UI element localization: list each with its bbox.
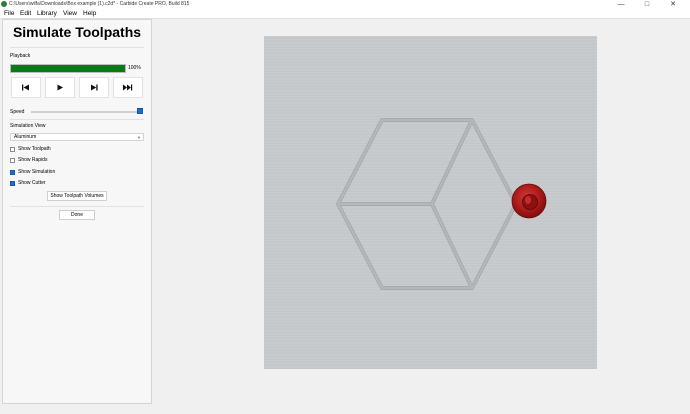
app-icon <box>1 1 7 7</box>
minimize-button[interactable]: — <box>610 0 632 9</box>
checkbox-label: Show Cutter <box>18 180 46 186</box>
checkbox-label: Show Toolpath <box>18 146 51 152</box>
speed-slider-track[interactable] <box>31 111 140 113</box>
maximize-button[interactable]: □ <box>636 0 658 9</box>
rewind-icon <box>12 78 40 104</box>
playback-label: Playback <box>10 53 31 59</box>
menu-edit[interactable]: Edit <box>20 9 31 18</box>
checkbox-box[interactable] <box>10 147 15 152</box>
rewind-button[interactable] <box>11 77 41 98</box>
checkbox-box[interactable] <box>10 158 15 163</box>
simulate-toolpaths-panel: Simulate Toolpaths Playback 100% Speed S… <box>2 19 152 404</box>
status-bar <box>0 405 690 414</box>
step-forward-icon <box>80 78 108 104</box>
chevron-down-icon: ▼ <box>137 135 141 140</box>
menu-bar: File Edit Library View Help <box>0 9 690 19</box>
play-icon <box>46 78 74 104</box>
speed-label: Speed <box>10 109 25 115</box>
show-toolpath-volumes-button[interactable]: Show Toolpath Volumes <box>47 191 107 201</box>
menu-library[interactable]: Library <box>37 9 57 18</box>
cutter-icon <box>511 183 547 219</box>
play-button[interactable] <box>45 77 75 98</box>
fast-forward-button[interactable] <box>113 77 143 98</box>
window-title: C:\Users\wilfa\Downloads\Box example (1)… <box>9 1 190 7</box>
step-forward-button[interactable] <box>79 77 109 98</box>
divider <box>10 47 144 48</box>
checkbox-box[interactable] <box>10 170 15 175</box>
simulated-stock <box>336 118 547 290</box>
menu-view[interactable]: View <box>63 9 77 18</box>
simulation-view-value: Aluminum <box>14 134 37 140</box>
checkbox-label: Show Simulation <box>18 169 56 175</box>
panel-title: Simulate Toolpaths <box>12 24 142 40</box>
menu-file[interactable]: File <box>4 9 14 18</box>
progress-fill <box>11 65 125 72</box>
simulation-view-select[interactable]: Aluminum ▼ <box>10 133 144 141</box>
checkbox-label: Show Rapids <box>18 157 48 163</box>
divider <box>10 206 144 207</box>
engraved-cube-groove <box>337 119 517 289</box>
fast-forward-icon <box>114 78 142 104</box>
speed-slider-handle[interactable] <box>137 108 143 114</box>
progress-percent: 100% <box>128 65 141 71</box>
progress-bar <box>10 64 126 73</box>
simulation-view-label: Simulation View <box>10 123 46 129</box>
checkbox-box[interactable] <box>10 181 15 186</box>
simulation-viewport[interactable] <box>264 36 597 369</box>
title-bar: C:\Users\wilfa\Downloads\Box example (1)… <box>0 0 690 9</box>
done-button[interactable]: Done <box>59 210 95 220</box>
menu-help[interactable]: Help <box>83 9 96 18</box>
close-button[interactable]: ✕ <box>662 0 684 9</box>
divider <box>10 119 144 120</box>
